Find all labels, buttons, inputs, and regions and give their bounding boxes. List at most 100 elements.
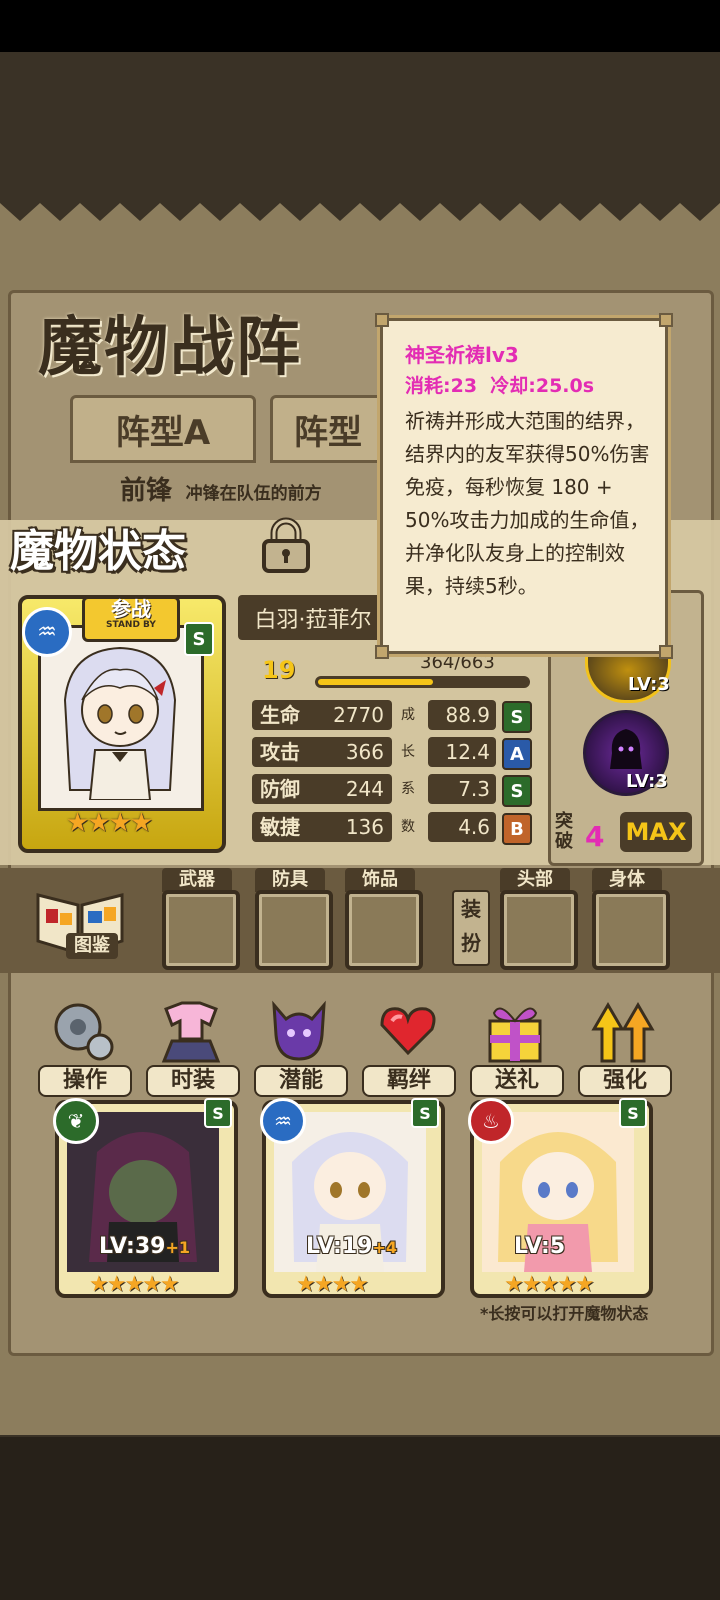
card-level-plus: +1 <box>165 1238 190 1257</box>
enhance-button[interactable]: 强化 <box>578 995 672 1097</box>
action-label: 强化 <box>578 1065 672 1097</box>
arrows-up-icon <box>591 1002 655 1063</box>
stat-value: 244 <box>345 777 384 801</box>
break-label-2: 破 <box>555 831 573 852</box>
stat-row: 防御 244 系 7.3 S <box>252 774 532 807</box>
growth-value: 12.4 <box>428 737 496 767</box>
card-grade: S <box>411 1098 439 1128</box>
water-element-icon: ♒ <box>260 1098 306 1144</box>
equip-slot-armor[interactable] <box>255 890 333 970</box>
tab-formation-a[interactable]: 阵型A <box>70 395 256 463</box>
stat-row: 生命 2770 成 88.9 S <box>252 700 532 733</box>
standby-sublabel: STAND BY <box>106 620 156 630</box>
zigzag-edge <box>0 183 720 221</box>
slot-label-body: 身体 <box>592 868 662 892</box>
grade-badge: S <box>184 622 214 656</box>
action-label: 羁绊 <box>362 1065 456 1097</box>
slot-label-armor: 防具 <box>255 868 325 892</box>
equip-slot-head[interactable] <box>500 890 578 970</box>
card-grade: S <box>204 1098 232 1128</box>
break-label-1: 突 <box>555 811 573 832</box>
skill-tooltip: 神圣祈祷lv3 消耗:23 冷却:25.0s 祈祷并形成大范围的结界，结界内的友… <box>375 313 673 659</box>
slot-label-head: 头部 <box>500 868 570 892</box>
long-press-hint: *长按可以打开魔物状态 <box>480 1304 649 1323</box>
monster-card[interactable]: ♒ S LV:19+4 ★★★★ <box>260 1098 445 1298</box>
card-level: LV:19+4 <box>306 1234 397 1259</box>
card-level: LV:39+1 <box>99 1234 190 1259</box>
growth-char: 长 <box>401 744 415 760</box>
gift-icon <box>488 1007 542 1063</box>
gift-button[interactable]: 送礼 <box>470 995 564 1097</box>
formation-desc: 冲锋在队伍的前方 <box>185 484 322 504</box>
tab-label: 阵型A <box>115 412 211 453</box>
equip-slot-accessory[interactable] <box>345 890 423 970</box>
tooltip-corner <box>375 645 389 659</box>
max-button[interactable]: MAX <box>620 812 692 852</box>
codex-button[interactable]: 图鉴 <box>30 875 130 965</box>
leaf-element-icon: ❦ <box>53 1098 99 1144</box>
hooded-figure-icon <box>610 729 642 769</box>
water-element-icon: ♒ <box>22 607 72 657</box>
gear-icon <box>54 1003 114 1061</box>
action-label: 潜能 <box>254 1065 348 1097</box>
card-level-value: LV:39 <box>99 1234 166 1259</box>
growth-char: 数 <box>401 819 415 835</box>
equip-slot-body[interactable] <box>592 890 670 970</box>
skill-2-icon[interactable]: LV:3 <box>583 710 669 796</box>
standby-label: 参战 <box>111 597 151 621</box>
growth-grade: B <box>502 813 532 845</box>
equip-slot-weapon[interactable] <box>162 890 240 970</box>
exp-text: 364/663 <box>420 652 495 673</box>
action-label: 时装 <box>146 1065 240 1097</box>
break-value: 4 <box>585 820 605 853</box>
tab-formation-b[interactable]: 阵型 <box>270 395 386 463</box>
monster-card[interactable]: ❦ S LV:39+1 ★★★★★ <box>53 1098 238 1298</box>
card-level-value: LV:5 <box>514 1234 566 1259</box>
action-label: 送礼 <box>470 1065 564 1097</box>
standby-badge: 参战 STAND BY <box>82 596 180 642</box>
lock-icon[interactable] <box>258 517 314 575</box>
level-badge: 19 <box>262 656 296 684</box>
stat-value: 136 <box>345 815 384 839</box>
tab-label: 阵型 <box>294 412 362 453</box>
page-title: 魔物战阵 <box>38 310 302 385</box>
stat-row: 敏捷 136 数 4.6 B <box>252 812 532 845</box>
card-level-value: LV:19 <box>306 1234 373 1259</box>
stat-value: 366 <box>345 740 384 764</box>
growth-grade: A <box>502 738 532 770</box>
growth-char: 系 <box>401 781 415 797</box>
exp-bar-fill <box>318 679 433 685</box>
monster-card[interactable]: ♨ S LV:5 ★★★★★ <box>468 1098 653 1298</box>
dress-up-tag: 装扮 <box>452 890 490 966</box>
formation-label: 前锋 <box>120 476 173 506</box>
operate-button[interactable]: 操作 <box>38 995 132 1097</box>
growth-grade: S <box>502 701 532 733</box>
card-stars: ★★★★★ <box>89 1272 180 1297</box>
card-stars: ★★★★★ <box>504 1272 595 1297</box>
bond-button[interactable]: 羁绊 <box>362 995 456 1097</box>
growth-value: 4.6 <box>428 812 496 842</box>
fashion-button[interactable]: 时装 <box>146 995 240 1097</box>
card-level: LV:5 <box>514 1234 565 1259</box>
star-rating: ★★★★ <box>66 808 153 838</box>
tooltip-corner <box>659 313 673 327</box>
tooltip-corner <box>375 313 389 327</box>
growth-char: 成 <box>401 707 415 723</box>
codex-label: 图鉴 <box>66 933 118 959</box>
skill-description: 祈祷并形成大范围的结界，结界内的友军获得50%伤害免疫，每秒恢复 180 + 5… <box>405 409 650 598</box>
potential-button[interactable]: 潜能 <box>254 995 348 1097</box>
limit-break: 突 破 4 <box>553 812 613 854</box>
stat-value: 2770 <box>333 703 384 727</box>
slot-label-weapon: 武器 <box>162 868 232 892</box>
stat-row: 攻击 366 长 12.4 A <box>252 737 532 770</box>
bottom-background <box>0 1437 720 1600</box>
fire-element-icon: ♨ <box>468 1098 514 1144</box>
skill-name: 神圣祈祷lv3 <box>405 343 519 367</box>
growth-grade: S <box>502 775 532 807</box>
status-bar-area <box>0 0 720 52</box>
skill-cost: 消耗:23 冷却:25.0s <box>405 375 595 397</box>
card-grade: S <box>619 1098 647 1128</box>
heart-icon <box>380 1007 436 1056</box>
growth-value: 88.9 <box>428 700 496 730</box>
growth-value: 7.3 <box>428 774 496 804</box>
